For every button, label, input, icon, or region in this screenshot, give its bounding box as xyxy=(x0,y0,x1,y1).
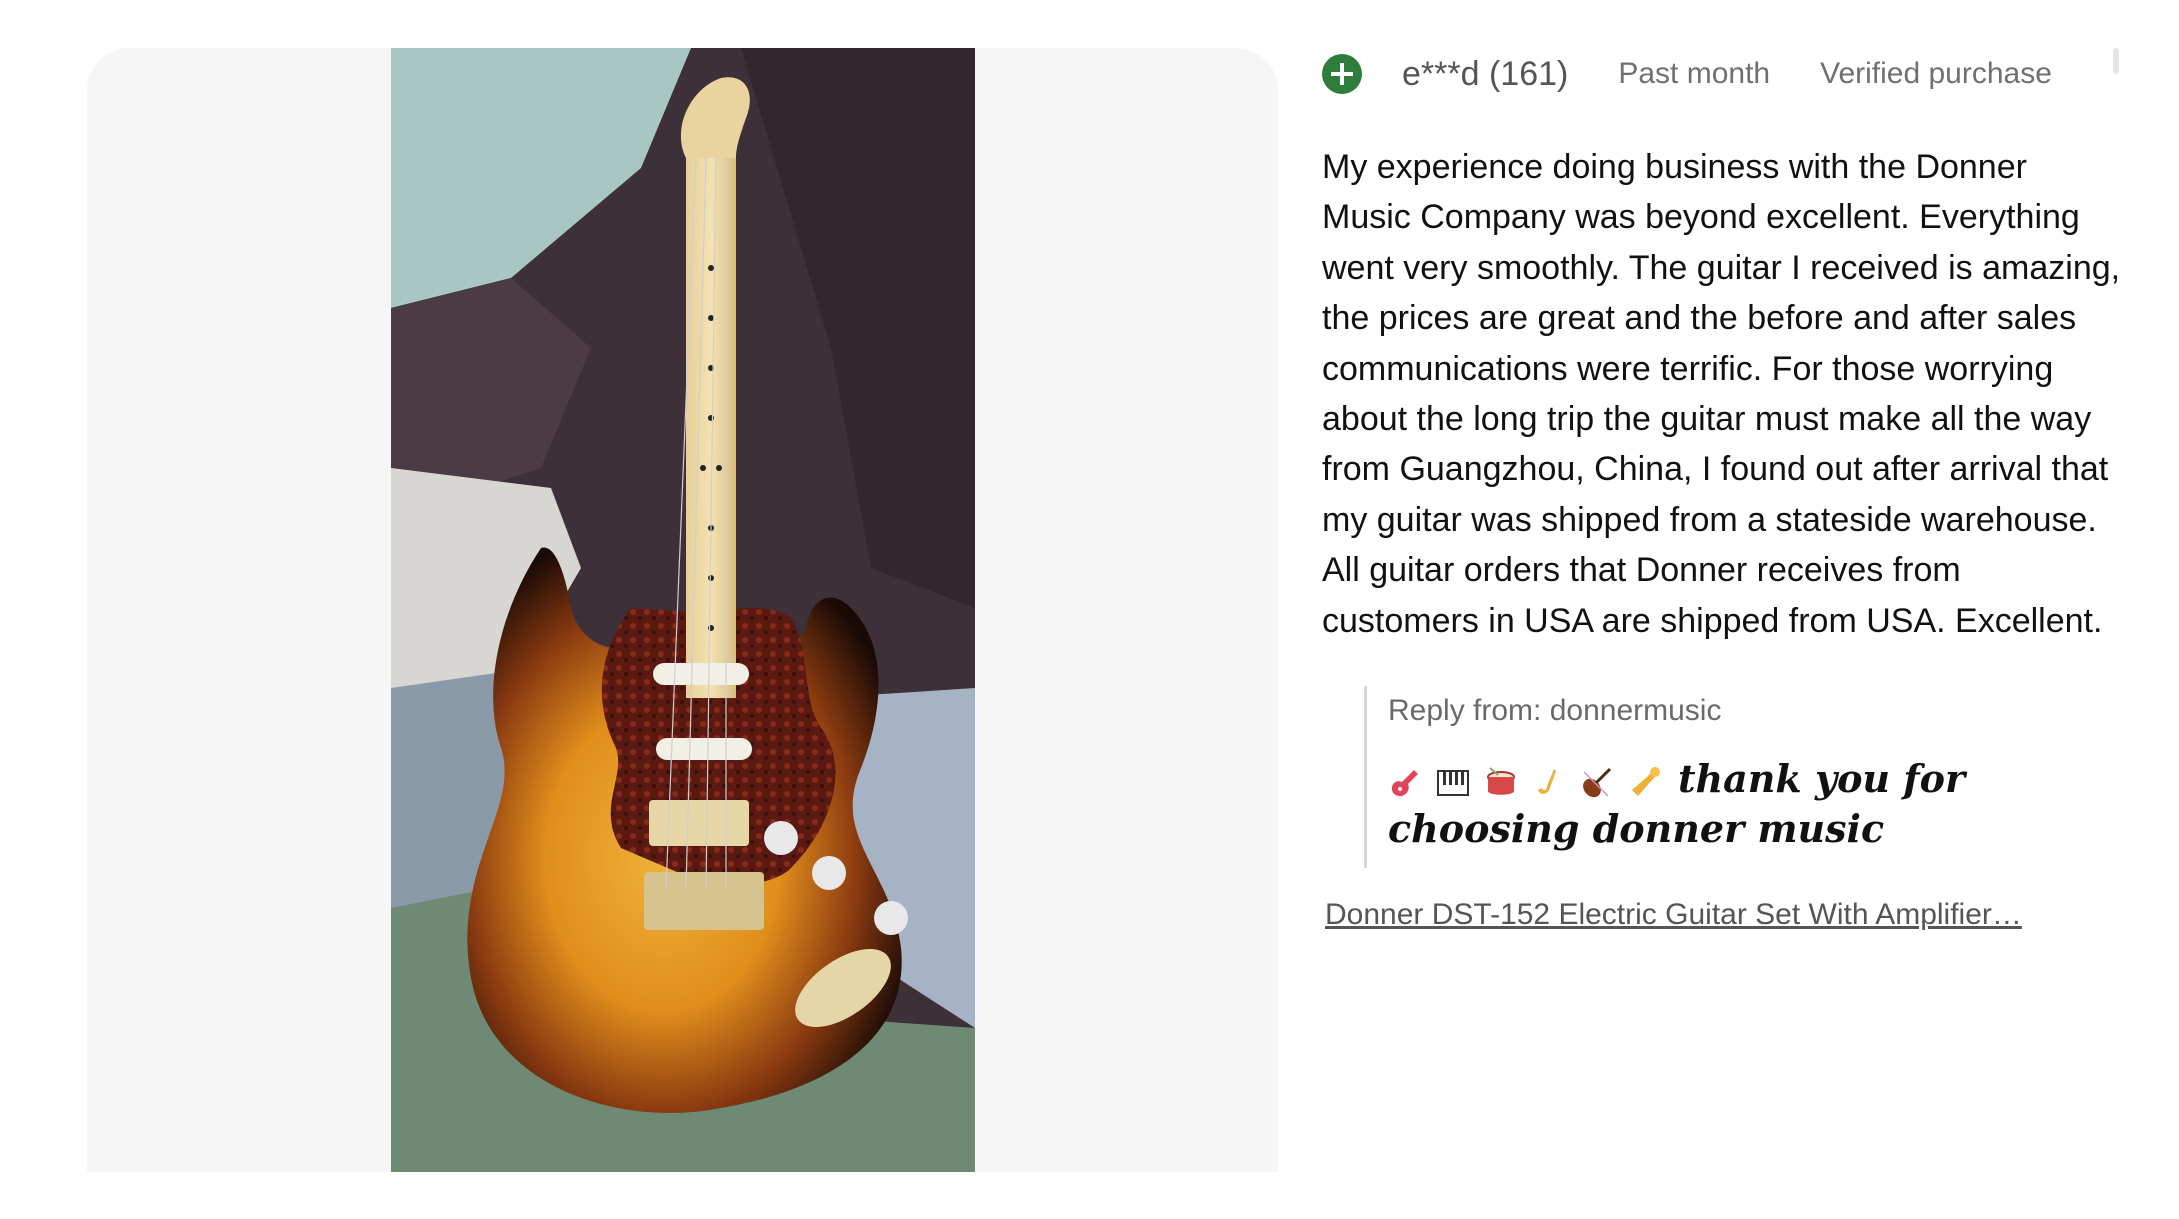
verified-purchase-label: Verified purchase xyxy=(1820,57,2052,90)
violin-icon xyxy=(1583,767,1612,797)
saxophone-icon xyxy=(1538,768,1556,794)
reviewer-username[interactable]: e***d (161) xyxy=(1402,55,1568,94)
piano-icon xyxy=(1437,769,1469,796)
review-panel: e***d (161) Past month Verified purchase… xyxy=(1322,48,2122,932)
scroll-edge-marker xyxy=(2113,48,2119,74)
instrument-emojis xyxy=(1388,766,1662,800)
reply-message-block: thank you for choosing donner music xyxy=(1388,754,2122,854)
review-page: e***d (161) Past month Verified purchase… xyxy=(0,0,2179,1219)
reply-from-label: Reply from: donnermusic xyxy=(1388,694,1722,728)
seller-reply: Reply from: donnermusic thank you for ch… xyxy=(1364,686,2122,869)
review-time: Past month xyxy=(1618,57,1771,90)
review-photo-guitar[interactable] xyxy=(391,48,975,1172)
review-body: My experience doing business with the Do… xyxy=(1322,148,2121,640)
review-photo-card[interactable] xyxy=(87,48,1278,1172)
trumpet-icon xyxy=(1632,766,1660,796)
drum-icon xyxy=(1487,766,1515,795)
plus-circle-icon xyxy=(1322,54,1362,94)
product-link[interactable]: Donner DST-152 Electric Guitar Set With … xyxy=(1325,898,2022,932)
review-meta-row: e***d (161) Past month Verified purchase xyxy=(1322,48,2122,100)
guitar-icon xyxy=(1391,769,1418,796)
